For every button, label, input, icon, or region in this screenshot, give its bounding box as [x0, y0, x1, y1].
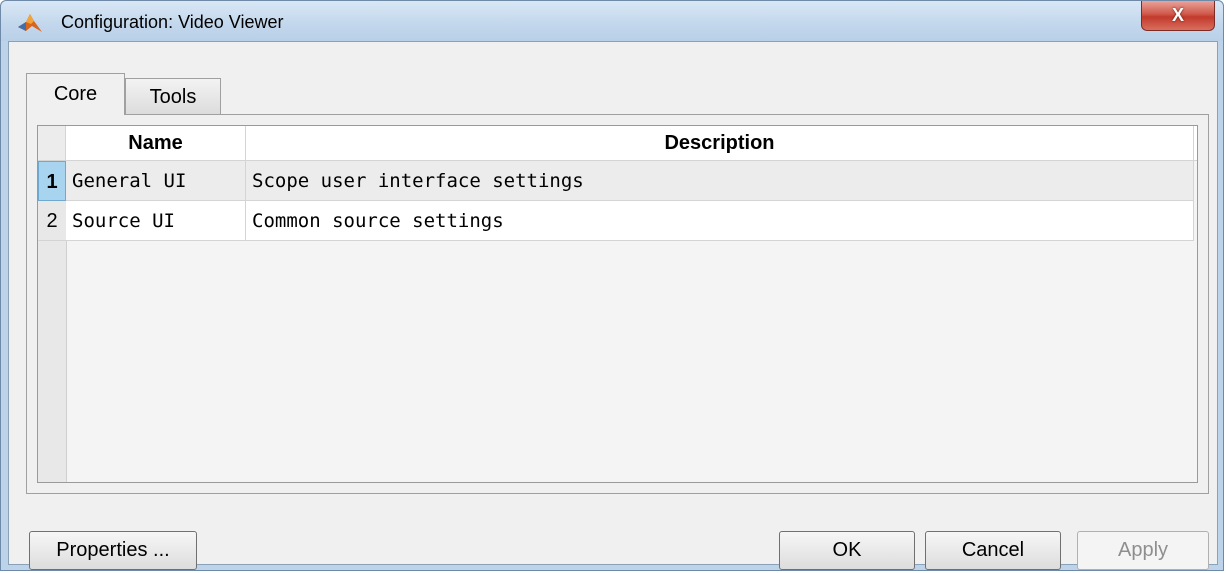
- tab-tools[interactable]: Tools: [125, 78, 221, 114]
- dialog-body: Core Tools Name Description 1 General UI…: [8, 41, 1218, 570]
- table-corner: [38, 126, 66, 161]
- apply-button[interactable]: Apply: [1077, 531, 1209, 570]
- row-number[interactable]: 1: [38, 161, 66, 201]
- cancel-button[interactable]: Cancel: [925, 531, 1061, 570]
- tab-panel: Name Description 1 General UI Scope user…: [26, 114, 1209, 494]
- column-header-description[interactable]: Description: [246, 126, 1194, 161]
- table-row[interactable]: 2 Source UI Common source settings: [38, 201, 1194, 241]
- properties-button[interactable]: Properties ...: [29, 531, 197, 570]
- column-header-filler: [1194, 126, 1197, 161]
- cell-description[interactable]: Scope user interface settings: [246, 161, 1194, 201]
- tab-core[interactable]: Core: [26, 73, 125, 115]
- column-header-name[interactable]: Name: [66, 126, 246, 161]
- cell-name[interactable]: General UI: [66, 161, 246, 201]
- window-title: Configuration: Video Viewer: [61, 12, 284, 32]
- table-row[interactable]: 1 General UI Scope user interface settin…: [38, 161, 1194, 201]
- ok-button[interactable]: OK: [779, 531, 915, 570]
- cell-name[interactable]: Source UI: [66, 201, 246, 241]
- configuration-window: Configuration: Video Viewer X Core Tools…: [0, 0, 1224, 571]
- title-bar[interactable]: Configuration: Video Viewer X: [1, 1, 1223, 41]
- row-number[interactable]: 2: [38, 201, 66, 241]
- matlab-logo-icon: [18, 14, 42, 32]
- config-table[interactable]: Name Description 1 General UI Scope user…: [37, 125, 1198, 483]
- close-icon: X: [1171, 5, 1184, 25]
- cell-description[interactable]: Common source settings: [246, 201, 1194, 241]
- close-button[interactable]: X: [1141, 1, 1215, 31]
